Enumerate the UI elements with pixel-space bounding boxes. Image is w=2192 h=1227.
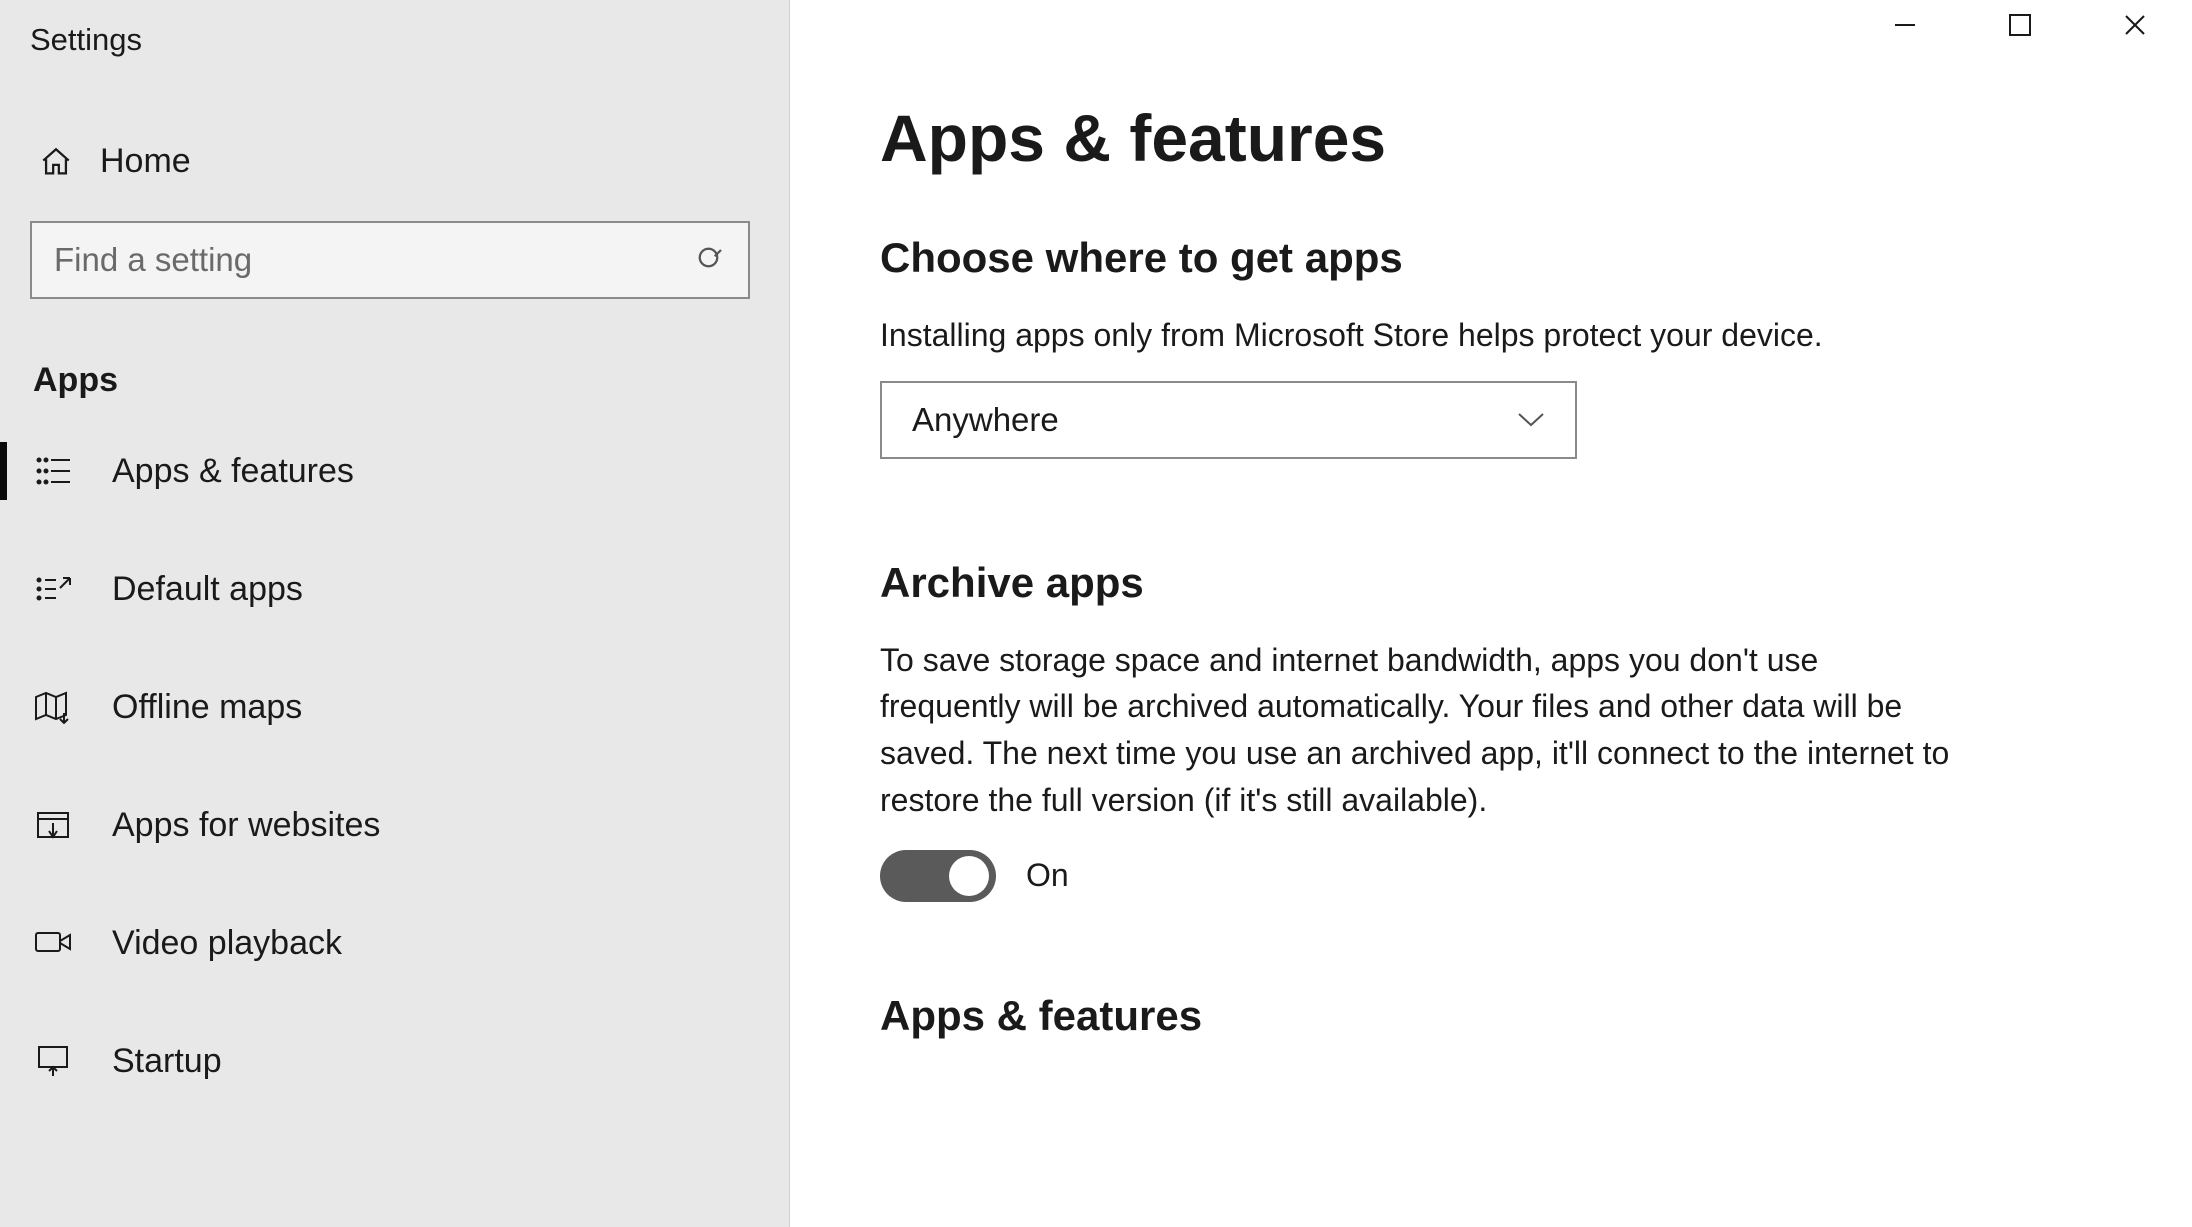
close-icon [2123, 13, 2147, 37]
apps-websites-icon [34, 805, 74, 845]
sidebar-section-header: Apps [0, 299, 789, 412]
main-content: Apps & features Choose where to get apps… [790, 0, 2192, 1227]
maximize-icon [2009, 14, 2031, 36]
section-description: To save storage space and internet bandw… [880, 637, 1960, 824]
sidebar-item-apps-features[interactable]: Apps & features [0, 412, 789, 530]
section-heading-choose-where: Choose where to get apps [880, 234, 2112, 282]
startup-icon [34, 1041, 74, 1081]
chevron-down-icon [1517, 412, 1545, 428]
window-controls [1847, 0, 2192, 50]
page-title: Apps & features [880, 100, 2112, 176]
close-button[interactable] [2077, 0, 2192, 50]
apps-features-icon [34, 451, 74, 491]
sidebar-item-label: Video playback [112, 924, 342, 963]
archive-apps-toggle[interactable] [880, 850, 996, 902]
default-apps-icon [34, 569, 74, 609]
sidebar-item-default-apps[interactable]: Default apps [0, 530, 789, 648]
video-playback-icon [34, 923, 74, 963]
minimize-button[interactable] [1847, 0, 1962, 50]
home-nav[interactable]: Home [0, 120, 789, 203]
sidebar-item-label: Apps & features [112, 452, 354, 491]
toggle-state-label: On [1026, 857, 1069, 894]
offline-maps-icon [34, 687, 74, 727]
section-heading-archive: Archive apps [880, 559, 2112, 607]
sidebar-item-apps-for-websites[interactable]: Apps for websites [0, 766, 789, 884]
window-title: Settings [0, 0, 789, 80]
minimize-icon [1893, 13, 1917, 37]
maximize-button[interactable] [1962, 0, 2077, 50]
toggle-knob [949, 856, 989, 896]
sidebar-item-startup[interactable]: Startup [0, 1002, 789, 1120]
home-icon [38, 144, 74, 180]
sidebar: Settings Home Apps Apps & features [0, 0, 790, 1227]
search-icon [696, 245, 726, 275]
search-input-container[interactable] [30, 221, 750, 299]
home-label: Home [100, 142, 191, 181]
dropdown-value: Anywhere [912, 401, 1059, 439]
app-source-dropdown[interactable]: Anywhere [880, 381, 1577, 459]
sidebar-item-label: Apps for websites [112, 806, 380, 845]
sidebar-item-offline-maps[interactable]: Offline maps [0, 648, 789, 766]
search-input[interactable] [54, 241, 696, 279]
sidebar-item-video-playback[interactable]: Video playback [0, 884, 789, 1002]
section-description: Installing apps only from Microsoft Stor… [880, 312, 1960, 359]
sidebar-item-label: Default apps [112, 570, 303, 609]
sidebar-item-label: Startup [112, 1042, 222, 1081]
section-heading-apps-features: Apps & features [880, 992, 2112, 1040]
sidebar-item-label: Offline maps [112, 688, 302, 727]
